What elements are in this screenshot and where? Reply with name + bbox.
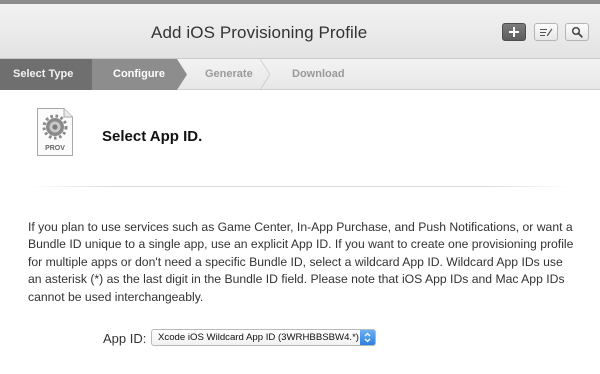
plus-icon xyxy=(509,27,519,37)
icon-label: PROV xyxy=(45,145,65,152)
page-header: Add iOS Provisioning Profile xyxy=(0,0,600,59)
page-title: Add iOS Provisioning Profile xyxy=(151,23,368,42)
step-configure[interactable]: Configure xyxy=(92,59,177,90)
step-separator-icon xyxy=(260,59,270,90)
app-id-select[interactable]: Xcode iOS Wildcard App ID (3WRHBBSBW4.*) xyxy=(151,329,376,346)
app-id-select-value: Xcode iOS Wildcard App ID (3WRHBBSBW4.*) xyxy=(158,332,359,343)
divider xyxy=(30,186,570,187)
updown-chevron-icon xyxy=(360,330,375,345)
step-select-type[interactable]: Select Type xyxy=(0,59,92,90)
search-button[interactable] xyxy=(565,23,589,41)
search-icon xyxy=(571,26,583,38)
step-generate: Generate xyxy=(205,68,253,80)
step-download: Download xyxy=(292,68,345,80)
add-button[interactable] xyxy=(502,23,526,41)
step-separator-icon xyxy=(177,59,187,90)
section-title: Select App ID. xyxy=(102,128,203,145)
step-progress-bar: Select Type Configure Generate Download xyxy=(0,59,600,90)
app-id-label: App ID: xyxy=(103,331,147,346)
description-text: If you plan to use services such as Game… xyxy=(28,220,574,304)
edit-icon xyxy=(540,28,553,37)
edit-button[interactable] xyxy=(534,23,558,41)
provisioning-profile-icon: PROV xyxy=(37,108,73,156)
